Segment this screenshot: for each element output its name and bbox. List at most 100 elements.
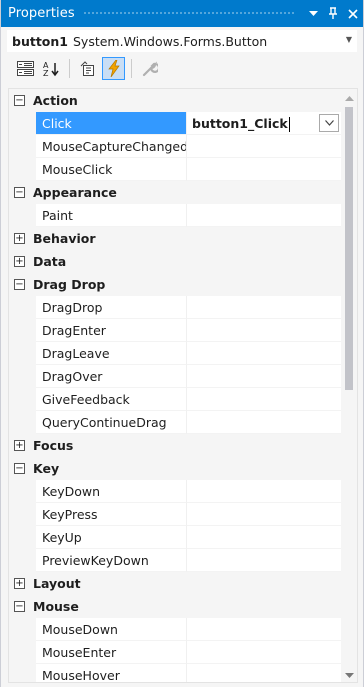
property-name[interactable]: DragDrop: [36, 296, 187, 319]
category-row[interactable]: − Key: [9, 457, 342, 480]
collapse-icon[interactable]: −: [14, 463, 25, 474]
property-name[interactable]: DragOver: [36, 365, 187, 388]
drag-grip[interactable]: [82, 11, 295, 16]
property-name[interactable]: QueryContinueDrag: [36, 411, 187, 434]
scrollbar-thumb[interactable]: [345, 107, 353, 390]
close-icon[interactable]: [343, 3, 363, 25]
property-value[interactable]: [187, 388, 342, 411]
property-name[interactable]: MouseCaptureChanged: [36, 135, 187, 158]
alphabetical-icon[interactable]: A Z: [40, 57, 63, 80]
property-value[interactable]: [187, 549, 342, 572]
expand-icon[interactable]: +: [14, 440, 25, 451]
row-margin: [9, 342, 36, 365]
property-row[interactable]: DragLeave: [9, 342, 342, 365]
property-row[interactable]: MouseHover: [9, 664, 342, 682]
category-row[interactable]: − Action: [9, 89, 342, 112]
category-row[interactable]: + Behavior: [9, 227, 342, 250]
category-row[interactable]: + Layout: [9, 572, 342, 595]
property-value[interactable]: [187, 204, 342, 227]
property-value[interactable]: [187, 135, 342, 158]
category-row[interactable]: − Appearance: [9, 181, 342, 204]
row-margin: [9, 664, 36, 682]
categorized-icon[interactable]: [14, 57, 37, 80]
property-row[interactable]: Paint: [9, 204, 342, 227]
row-margin: [9, 618, 36, 641]
category-row[interactable]: − Mouse: [9, 595, 342, 618]
property-value[interactable]: [187, 503, 342, 526]
property-row[interactable]: QueryContinueDrag: [9, 411, 342, 434]
expand-icon[interactable]: +: [14, 233, 25, 244]
property-pages-wrench-icon[interactable]: [138, 57, 161, 80]
events-lightning-icon[interactable]: [102, 57, 125, 80]
row-margin: [9, 319, 36, 342]
expand-icon[interactable]: +: [14, 578, 25, 589]
category-label: Focus: [33, 438, 74, 453]
property-value[interactable]: [187, 296, 342, 319]
property-row[interactable]: GiveFeedback: [9, 388, 342, 411]
property-row[interactable]: MouseCaptureChanged: [9, 135, 342, 158]
collapse-icon[interactable]: −: [14, 601, 25, 612]
property-name[interactable]: GiveFeedback: [36, 388, 187, 411]
property-row[interactable]: MouseClick: [9, 158, 342, 181]
property-value[interactable]: [187, 158, 342, 181]
expand-icon[interactable]: +: [14, 256, 25, 267]
property-name[interactable]: Click: [36, 112, 187, 135]
category-label: Data: [33, 254, 67, 269]
property-value[interactable]: [187, 342, 342, 365]
scroll-down-icon[interactable]: [341, 668, 357, 682]
property-value[interactable]: [187, 641, 342, 664]
property-value[interactable]: [187, 365, 342, 388]
property-row[interactable]: DragEnter: [9, 319, 342, 342]
property-row[interactable]: Click button1_Click: [9, 112, 342, 135]
vertical-scrollbar[interactable]: [341, 89, 357, 682]
property-row[interactable]: PreviewKeyDown: [9, 549, 342, 572]
row-margin: [9, 204, 36, 227]
scroll-up-icon[interactable]: [341, 91, 357, 105]
property-name[interactable]: MouseHover: [36, 664, 187, 682]
row-margin: [9, 365, 36, 388]
property-row[interactable]: MouseEnter: [9, 641, 342, 664]
property-name[interactable]: MouseDown: [36, 618, 187, 641]
title-bar[interactable]: Properties: [1, 0, 363, 27]
property-name[interactable]: Paint: [36, 204, 187, 227]
row-margin: [9, 480, 36, 503]
auto-hide-pin-icon[interactable]: [323, 3, 343, 25]
category-label: Appearance: [33, 185, 117, 200]
property-row[interactable]: KeyPress: [9, 503, 342, 526]
properties-icon[interactable]: [76, 57, 99, 80]
collapse-icon[interactable]: −: [14, 95, 25, 106]
category-row[interactable]: − Drag Drop: [9, 273, 342, 296]
property-value[interactable]: [187, 618, 342, 641]
chevron-down-icon[interactable]: [319, 114, 339, 132]
property-name[interactable]: KeyUp: [36, 526, 187, 549]
property-value[interactable]: [187, 411, 342, 434]
property-value[interactable]: [187, 526, 342, 549]
toolbar-separator: [69, 59, 70, 78]
property-row[interactable]: KeyDown: [9, 480, 342, 503]
property-row[interactable]: DragDrop: [9, 296, 342, 319]
category-label: Layout: [33, 576, 81, 591]
window-position-dropdown-icon[interactable]: [303, 3, 323, 25]
property-value[interactable]: [187, 480, 342, 503]
property-name[interactable]: KeyDown: [36, 480, 187, 503]
collapse-icon[interactable]: −: [14, 187, 25, 198]
row-margin: [9, 158, 36, 181]
property-row[interactable]: DragOver: [9, 365, 342, 388]
property-value[interactable]: [187, 664, 342, 682]
chevron-down-icon[interactable]: ▼: [346, 35, 352, 44]
property-name[interactable]: DragLeave: [36, 342, 187, 365]
property-row[interactable]: KeyUp: [9, 526, 342, 549]
category-row[interactable]: + Data: [9, 250, 342, 273]
object-selector[interactable]: button1 System.Windows.Forms.Button ▼: [7, 30, 357, 52]
property-name[interactable]: KeyPress: [36, 503, 187, 526]
property-name[interactable]: DragEnter: [36, 319, 187, 342]
property-name[interactable]: MouseEnter: [36, 641, 187, 664]
property-row[interactable]: MouseDown: [9, 618, 342, 641]
property-value[interactable]: [187, 319, 342, 342]
property-name[interactable]: PreviewKeyDown: [36, 549, 187, 572]
property-rows: − Action Click button1_Click MouseCaptureCha…: [9, 89, 342, 682]
property-value[interactable]: button1_Click: [187, 112, 342, 135]
category-row[interactable]: + Focus: [9, 434, 342, 457]
collapse-icon[interactable]: −: [14, 279, 25, 290]
property-name[interactable]: MouseClick: [36, 158, 187, 181]
